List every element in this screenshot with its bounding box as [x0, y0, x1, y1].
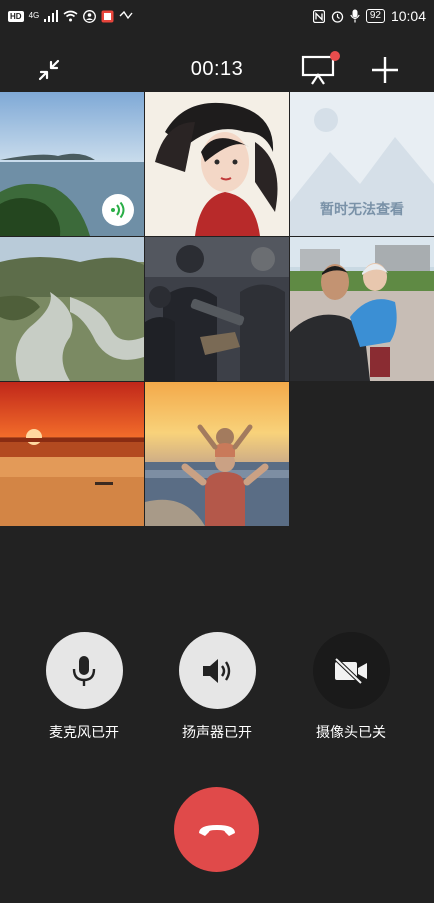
participant-tile[interactable] [0, 382, 144, 526]
speaker-toggle-button[interactable]: 扬声器已开 [172, 632, 262, 742]
add-member-icon[interactable] [370, 55, 400, 85]
notification-dot [330, 51, 340, 61]
hd-badge: HD [8, 10, 24, 22]
network-type: 4G [28, 11, 40, 20]
taobao-app-icon [119, 10, 133, 20]
speaker-button-circle[interactable] [178, 632, 256, 709]
circle-app-icon [83, 9, 97, 23]
nfc-icon [312, 9, 325, 23]
participant-tile[interactable] [145, 92, 289, 236]
alarm-icon [331, 10, 343, 23]
call-top-bar: 00:13 [0, 44, 434, 96]
speaking-indicator [102, 194, 134, 226]
status-right-group: 92 10:04 [312, 6, 426, 26]
voice-wave-icon [111, 201, 125, 219]
signal-icon [44, 10, 59, 22]
camera-off-icon [334, 657, 367, 684]
participant-tile[interactable] [290, 237, 434, 381]
wifi-icon [63, 10, 78, 22]
mic-toggle-button[interactable]: 麦克风已开 [39, 632, 129, 742]
participant-tile[interactable] [145, 382, 289, 526]
screen-share-button[interactable] [300, 51, 340, 87]
placeholder-text: 暂时无法查看 [320, 201, 404, 217]
status-clock: 10:04 [390, 8, 426, 24]
camera-toggle-button[interactable]: 摄像头已关 [306, 632, 396, 742]
mic-status-label: 麦克风已开 [49, 724, 119, 740]
participant-video [0, 237, 144, 381]
mic-status-icon [350, 9, 360, 23]
mic-button-circle[interactable] [45, 632, 123, 709]
participant-tile[interactable] [0, 237, 144, 381]
participant-tile[interactable] [0, 92, 144, 236]
participant-tile[interactable]: 暂时无法查看 [290, 92, 434, 236]
participant-video [145, 92, 289, 236]
red-app-icon [101, 10, 114, 22]
call-duration: 00:13 [190, 58, 244, 80]
participant-video [145, 382, 289, 526]
speaker-status-label: 扬声器已开 [182, 724, 252, 740]
participant-video [145, 237, 289, 381]
speaker-icon [203, 658, 231, 683]
microphone-icon [72, 655, 96, 686]
participant-video [290, 237, 434, 381]
camera-button-circle[interactable] [312, 632, 390, 709]
battery-indicator: 92 [365, 9, 385, 23]
participant-video [0, 382, 144, 526]
status-bar: HD 4G 92 10:04 [0, 0, 434, 32]
camera-status-label: 摄像头已关 [316, 724, 386, 740]
participant-tile[interactable] [145, 237, 289, 381]
status-left-group: HD 4G [8, 7, 134, 25]
hangup-button[interactable] [174, 787, 259, 872]
hangup-icon [198, 824, 235, 836]
